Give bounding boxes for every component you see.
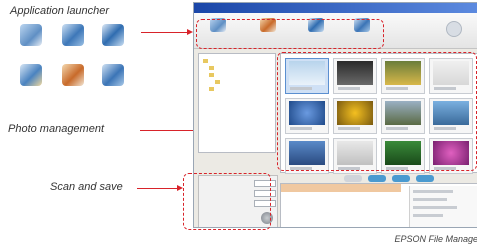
photo-detail-pane — [280, 183, 477, 227]
print-icon — [102, 24, 124, 46]
folder-icon — [203, 59, 208, 63]
folder-icon — [209, 66, 214, 70]
view-button[interactable] — [392, 175, 410, 182]
photo-info-panel — [409, 186, 477, 227]
folder-tree — [198, 53, 276, 153]
launcher-callout: Application launcher — [10, 5, 110, 17]
scan-highlight — [183, 173, 271, 230]
figure-caption: EPSON File Manager — [394, 234, 477, 244]
launcher-highlight — [196, 19, 384, 49]
view-controls — [344, 175, 474, 183]
detail-header-bar — [281, 184, 401, 192]
folder-icon — [209, 87, 214, 91]
folder-icon — [215, 80, 220, 84]
photo-highlight — [277, 52, 477, 171]
view-button[interactable] — [416, 175, 434, 182]
window-titlebar — [194, 3, 477, 13]
scan-callout: Scan and save — [50, 181, 123, 193]
folder-icon — [209, 73, 214, 77]
scan-to-web-icon — [20, 64, 42, 86]
edit-photo-icon — [62, 24, 84, 46]
scanner-icon — [20, 24, 42, 46]
share-icon — [102, 64, 124, 86]
view-button[interactable] — [344, 175, 362, 182]
photo-callout: Photo management — [8, 123, 105, 135]
toolbar-right-button[interactable] — [446, 21, 462, 37]
album-icon — [62, 64, 84, 86]
view-button[interactable] — [368, 175, 386, 182]
